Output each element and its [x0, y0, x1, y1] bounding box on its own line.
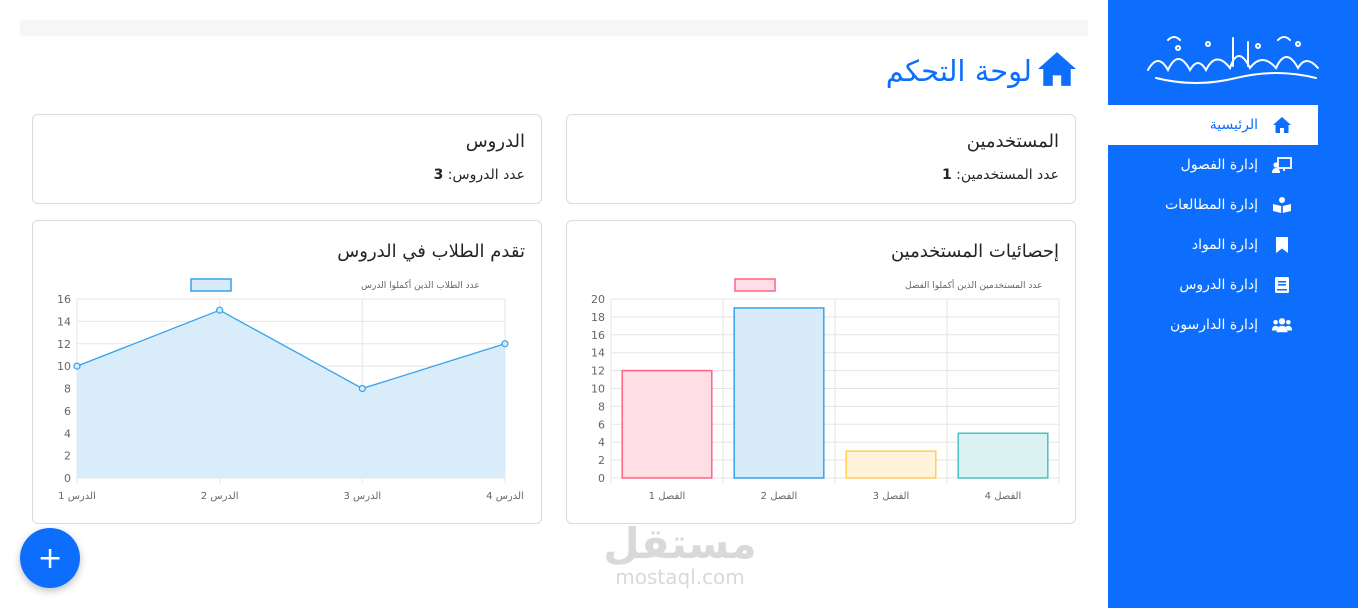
users-card: المستخدمين عدد المستخدمين: 1	[566, 114, 1076, 204]
logo-calligraphy: مدرسة أهل الحديث	[1147, 36, 1319, 84]
lessons-card: الدروس عدد الدروس: 3	[32, 114, 542, 204]
area-chart-point	[358, 384, 366, 393]
book-icon	[1272, 275, 1292, 295]
watermark-latin: mostaql.com	[615, 565, 745, 589]
area-chart-ytick-label: 6	[64, 405, 71, 418]
area-chart-ytick-label: 12	[57, 338, 71, 351]
users-stats-title: إحصائيات المستخدمين	[890, 241, 1059, 262]
sidebar-item-home[interactable]: الرئيسية	[1108, 105, 1318, 145]
school-logo[interactable]: مدرسة أهل الحديث	[1138, 30, 1328, 90]
area-chart-point	[216, 306, 224, 314]
bar-chart-ytick-label: 18	[591, 311, 605, 324]
area-chart-ytick-label: 10	[57, 360, 71, 373]
bar-chart-bar	[957, 432, 1049, 479]
plus-icon: +	[37, 540, 63, 576]
users-count-label: عدد المستخدمين:	[956, 167, 1059, 183]
users-count-value: 1	[941, 167, 952, 183]
users-icon	[1272, 315, 1292, 335]
users-card-title: المستخدمين	[966, 131, 1059, 152]
bar-chart-xtick-label: الفصل 3	[873, 491, 910, 502]
bar-chart-ytick-label: 4	[598, 436, 605, 449]
area-chart-xtick-label: الدرس 3	[343, 491, 381, 502]
area-chart-ytick-label: 0	[64, 472, 71, 485]
lessons-count: عدد الدروس: 3	[434, 167, 525, 183]
bar-chart-legend-swatch	[734, 278, 776, 292]
top-bar	[20, 20, 1088, 36]
area-chart-xtick-label: الدرس 2	[201, 491, 239, 502]
page-title: لوحة التحكم	[886, 52, 1076, 90]
lessons-count-label: عدد الدروس:	[447, 167, 525, 183]
page-title-text: لوحة التحكم	[885, 54, 1032, 88]
sidebar-item-label: إدارة الفصول	[1180, 157, 1258, 173]
area-chart-ytick-label: 14	[57, 315, 71, 328]
bar-chart-ytick-label: 20	[591, 293, 605, 306]
bar-chart-bar	[621, 369, 713, 479]
lessons-area-chart: عدد الطلاب الذين أكملوا الدرس 0 2 4 6 8 10 12 14…	[57, 278, 524, 502]
logo-text: مدرسة أهل الحديث	[1229, 59, 1238, 61]
sidebar-item-students[interactable]: إدارة الدارسون	[1108, 305, 1318, 345]
area-chart-ytick-label: 16	[57, 293, 71, 306]
area-chart-point	[73, 362, 81, 370]
users-bar-chart: عدد المستخدمين الذين أكملوا الفصل 0 2 4 6 8 10…	[591, 278, 1060, 502]
bar-chart-legend-text: عدد المستخدمين الذين أكملوا الفصل	[905, 279, 1043, 291]
users-stats-card: إحصائيات المستخدمين عدد المستخدمين الذين…	[566, 220, 1076, 524]
bar-chart-xtick-label: الفصل 4	[985, 491, 1022, 502]
bookmark-icon	[1272, 235, 1292, 255]
area-chart-ytick-label: 8	[64, 383, 71, 396]
area-chart-xtick-label: الدرس 1	[58, 491, 96, 502]
lessons-count-value: 3	[433, 167, 444, 183]
sidebar-nav: الرئيسية إدارة الفصول إدارة المطالعات إد…	[1108, 105, 1318, 345]
lessons-card-title: الدروس	[465, 131, 525, 152]
sidebar-item-label: الرئيسية	[1209, 117, 1258, 133]
watermark-arabic: مستقل	[603, 519, 757, 568]
home-icon	[1272, 115, 1292, 135]
bar-chart-ytick-label: 16	[591, 329, 605, 342]
area-chart-ytick-label: 2	[64, 450, 71, 463]
area-chart-point	[501, 340, 509, 348]
bar-chart-bar	[845, 450, 937, 479]
chalkboard-teacher-icon	[1272, 155, 1292, 175]
bar-chart-ytick-label: 0	[598, 472, 605, 485]
sidebar-item-label: إدارة المطالعات	[1164, 197, 1258, 213]
sidebar-item-classes[interactable]: إدارة الفصول	[1108, 145, 1318, 185]
sidebar-item-subjects[interactable]: إدارة المواد	[1108, 225, 1318, 265]
mostaql-watermark: مستقل mostaql.com	[600, 519, 760, 589]
area-chart-legend-text: عدد الطلاب الذين أكملوا الدرس	[361, 279, 480, 291]
users-count: عدد المستخدمين: 1	[942, 167, 1059, 183]
bar-chart-ytick-label: 6	[598, 418, 605, 431]
area-chart-ytick-label: 4	[64, 427, 71, 440]
bar-chart-ytick-label: 12	[591, 365, 605, 378]
bar-chart-ytick-label: 10	[591, 383, 605, 396]
sidebar-item-label: إدارة الدروس	[1179, 277, 1258, 293]
sidebar-item-label: إدارة الدارسون	[1170, 317, 1258, 333]
bar-chart-xtick-label: الفصل 2	[761, 491, 798, 502]
bar-chart-bar	[733, 307, 825, 479]
bar-chart-ytick-label: 2	[598, 454, 605, 467]
area-chart-legend-swatch	[190, 278, 232, 292]
book-reader-icon	[1272, 195, 1292, 215]
sidebar-item-label: إدارة المواد	[1191, 237, 1258, 253]
lessons-progress-title: تقدم الطلاب في الدروس	[337, 241, 525, 262]
add-button[interactable]: +	[20, 528, 80, 588]
sidebar-item-lessons[interactable]: إدارة الدروس	[1108, 265, 1318, 305]
sidebar: مدرسة أهل الحديث الرئيسية إدارة الفصول إ…	[1108, 0, 1358, 608]
bar-chart-ytick-label: 8	[598, 400, 605, 413]
bar-chart-xtick-label: الفصل 1	[649, 491, 686, 502]
sidebar-item-readings[interactable]: إدارة المطالعات	[1108, 185, 1318, 225]
home-icon	[1038, 52, 1076, 90]
lessons-progress-card: تقدم الطلاب في الدروس عدد الطلاب الذين أ…	[32, 220, 542, 524]
area-chart-fill	[77, 310, 505, 478]
area-chart-xtick-label: الدرس 4	[486, 491, 524, 502]
bar-chart-ytick-label: 14	[591, 347, 605, 360]
